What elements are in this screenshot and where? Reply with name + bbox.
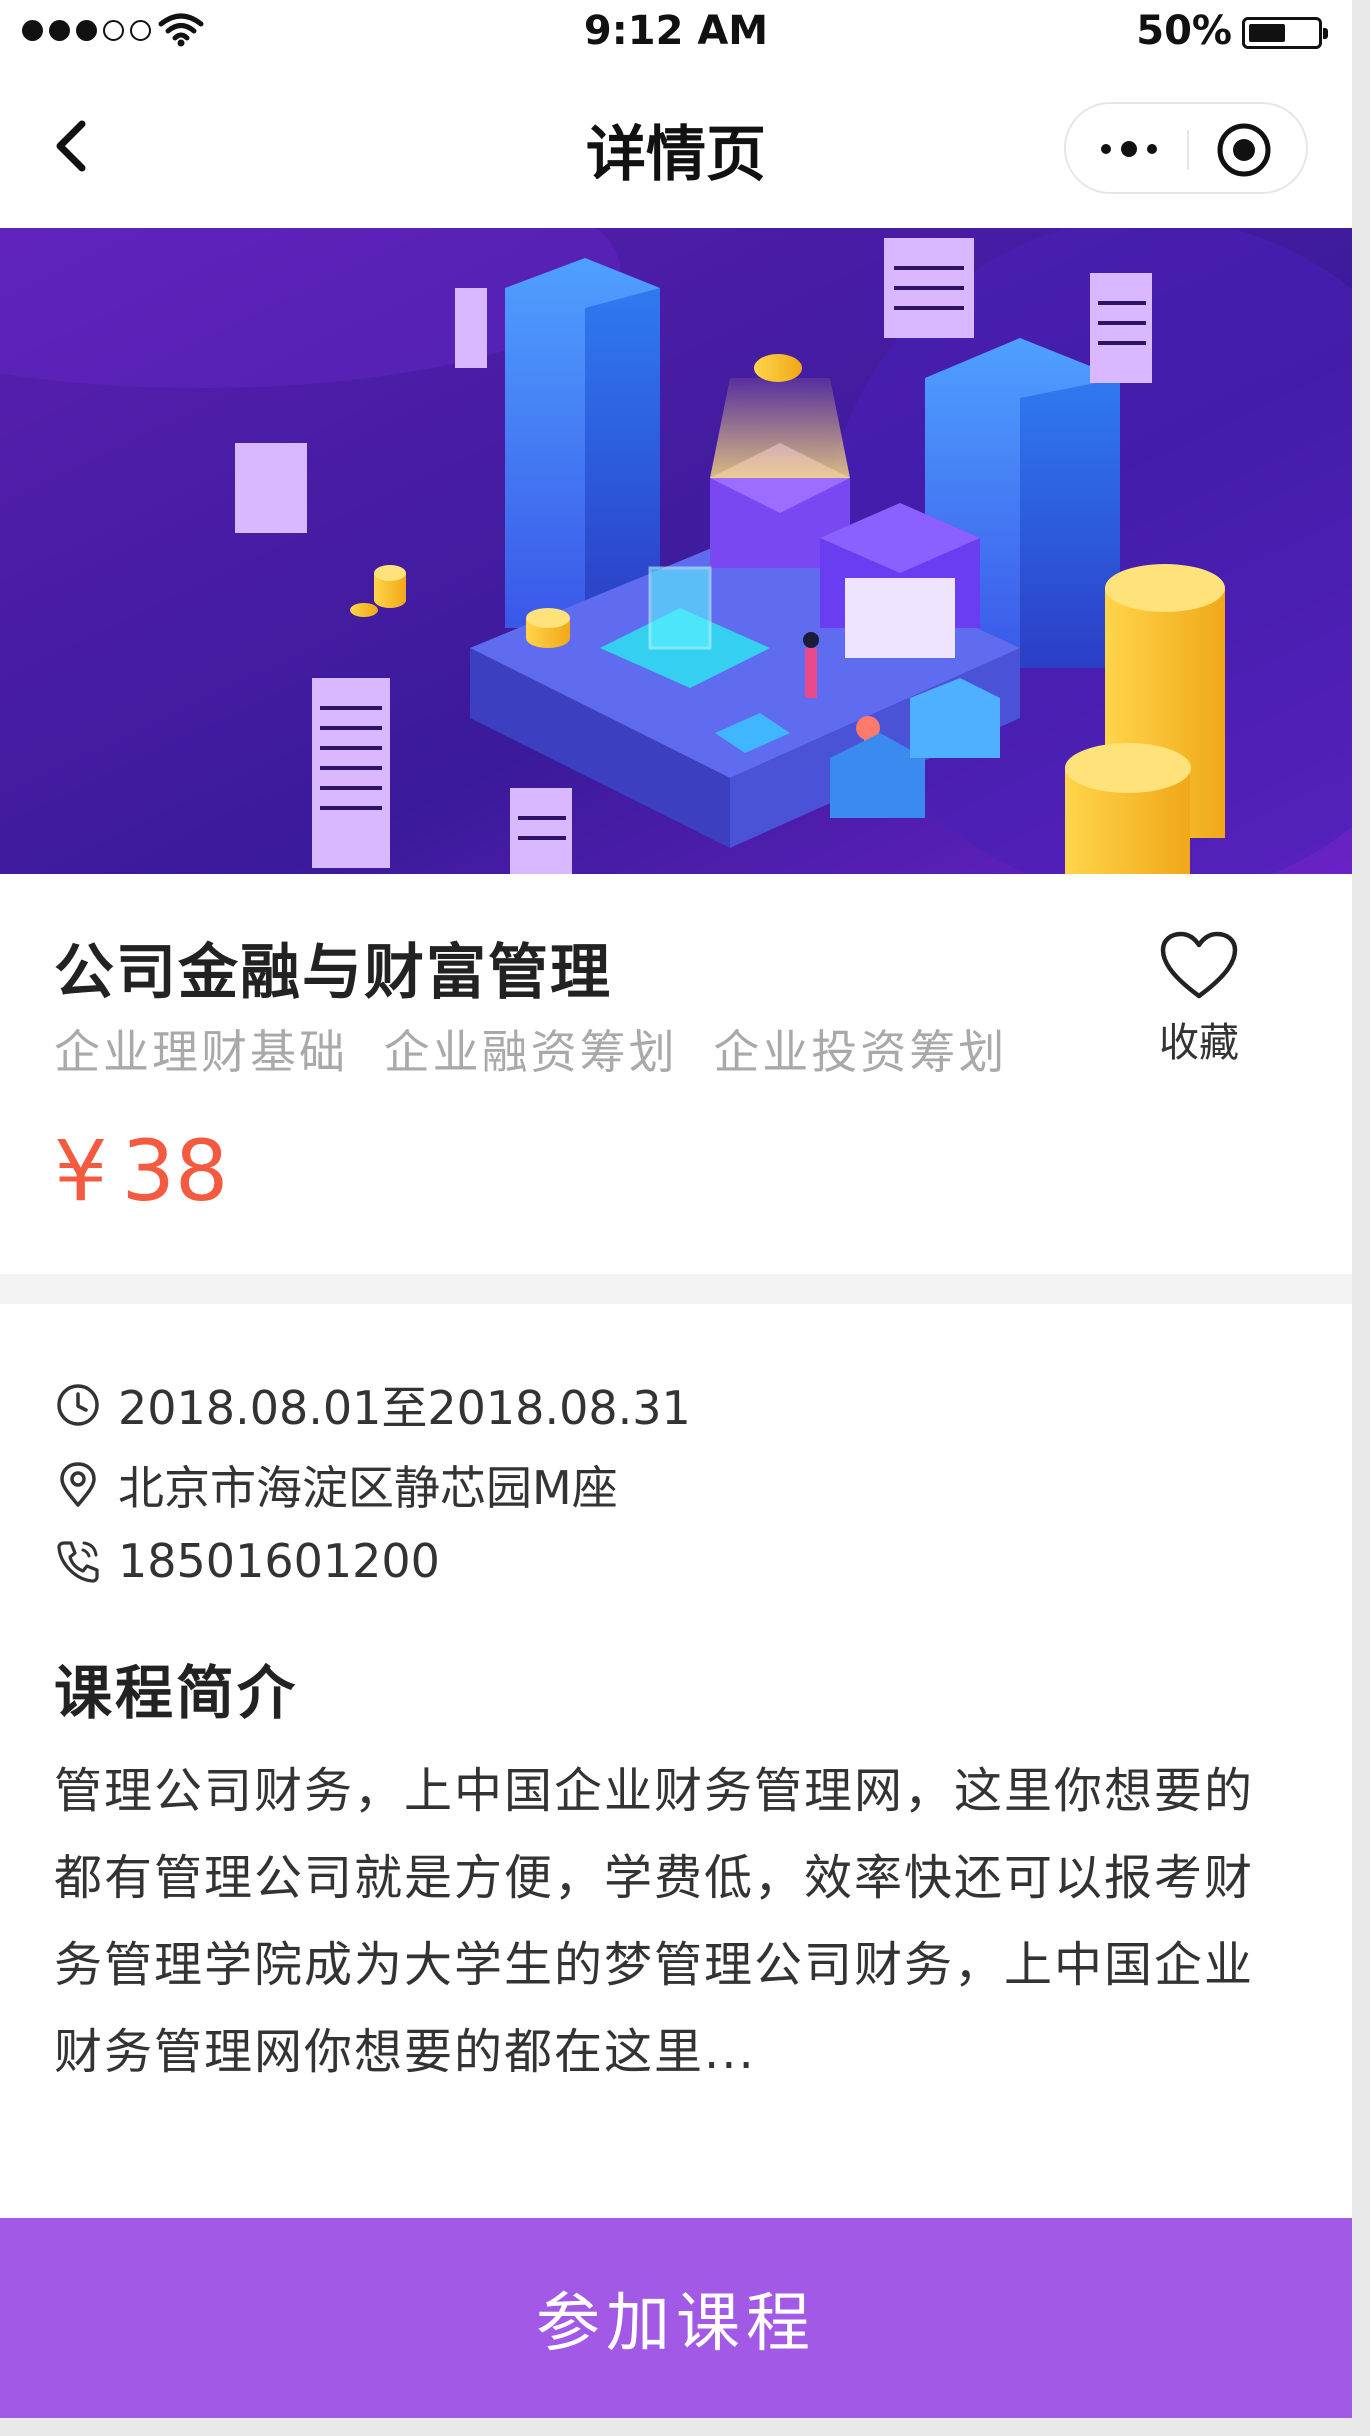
battery-icon [1242,17,1328,49]
battery-percent: 50% [1136,8,1232,54]
price-value: 38 [121,1122,229,1220]
phone-screen: 9:12 AM 50% 详情页 公司金融与财富管理 企业理财基础 企业融资筹划 … [0,0,1352,2418]
address-row: 北京市海淀区静芯园M座 [54,1452,618,1518]
status-bar: 9:12 AM 50% [0,0,1352,66]
heart-icon [1160,931,1238,999]
date-row: 2018.08.01至2018.08.31 [54,1372,691,1438]
clock-icon [57,1384,99,1426]
date-range: 2018.08.01至2018.08.31 [118,1381,691,1435]
location-pin-icon [60,1462,96,1507]
course-price: ¥38 [54,1122,228,1220]
phone-number[interactable]: 18501601200 [118,1534,440,1588]
navigation-bar: 详情页 [0,66,1352,228]
tag-item: 企业理财基础 [54,1025,348,1079]
favorite-label: 收藏 [1159,1020,1239,1066]
section-divider [0,1274,1352,1304]
price-symbol: ¥ [54,1122,108,1220]
more-dots-icon[interactable] [1094,124,1164,174]
join-course-button[interactable]: 参加课程 [0,2218,1352,2418]
tag-item: 企业融资筹划 [383,1025,678,1079]
intro-heading: 课程简介 [54,1659,299,1727]
intro-body: 管理公司财务，上中国企业财务管理网，这里你想要的都有管理公司就是方便，学费低，效… [54,1763,1255,2080]
mini-program-capsule [1064,102,1308,194]
phone-icon [57,1541,99,1583]
capsule-divider [1187,130,1189,170]
tag-item: 企业投资筹划 [713,1025,1008,1079]
phone-row[interactable]: 18501601200 [54,1534,440,1588]
banner-image [0,228,1352,874]
address-text: 北京市海淀区静芯园M座 [118,1461,618,1515]
course-tags: 企业理财基础 企业融资筹划 企业投资筹划 [54,1016,1025,1082]
target-circle-icon[interactable] [1214,120,1274,180]
course-title: 公司金融与财富管理 [54,938,612,1008]
favorite-button[interactable]: 收藏 [1144,930,1254,1068]
